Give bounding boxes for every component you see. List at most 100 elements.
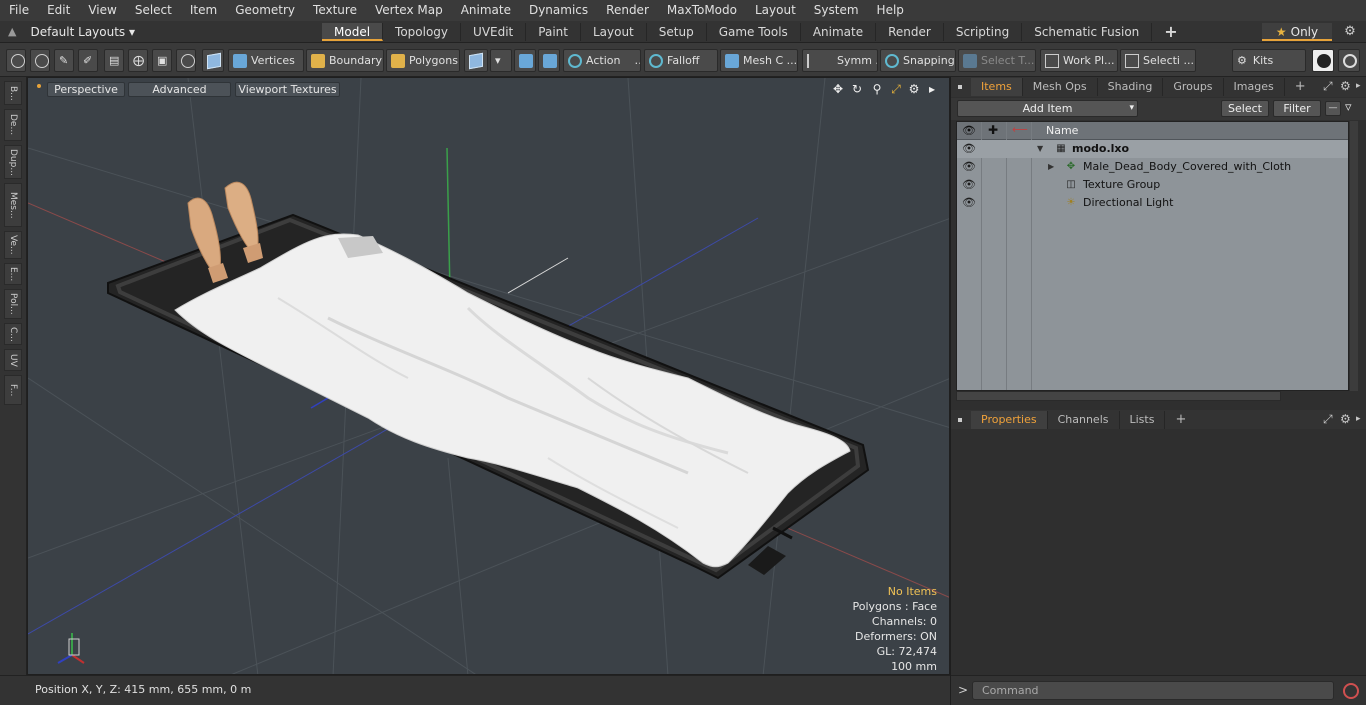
transform-tool-button[interactable]: ⨁ (128, 49, 148, 72)
left-tab-uv[interactable]: UV (4, 349, 22, 371)
tab-scripting[interactable]: Scripting (944, 22, 1023, 41)
select-button[interactable]: Select (1221, 100, 1269, 117)
falloff-button[interactable]: Falloff (644, 49, 718, 72)
gear-icon[interactable]: ⚙ (1342, 24, 1358, 40)
lock-column-icon[interactable]: ✚ (988, 123, 998, 137)
menu-vertex-map[interactable]: Vertex Map (366, 0, 452, 21)
collapse-icon[interactable]: ▲ (8, 25, 16, 38)
rotate-tool-button[interactable] (176, 49, 196, 72)
panel-arrow-icon[interactable]: ▸ (1356, 414, 1361, 424)
tab-game-tools[interactable]: Game Tools (707, 22, 801, 41)
item-list[interactable]: 👁 ✚ ⟵ Name 👁 ▼ ▦ modo.lxo 👁 ▶ ✥ Male_Dea… (956, 121, 1349, 391)
menu-dynamics[interactable]: Dynamics (520, 0, 597, 21)
menu-layout[interactable]: Layout (746, 0, 805, 21)
symmetry-y-button[interactable] (538, 49, 560, 72)
tab-images[interactable]: Images (1224, 78, 1285, 96)
menu-render[interactable]: Render (597, 0, 658, 21)
name-column-header[interactable]: Name (1046, 122, 1078, 140)
menu-item[interactable]: Item (181, 0, 226, 21)
list-item-scene[interactable]: 👁 ▼ ▦ modo.lxo (957, 140, 1348, 158)
panel-menu-icon[interactable] (951, 411, 971, 429)
menu-edit[interactable]: Edit (38, 0, 79, 21)
3d-viewport[interactable]: Perspective Advanced Viewport Textures ✥… (27, 77, 950, 675)
item-list-hscrollbar[interactable] (956, 391, 1281, 401)
left-tab-mesh-edit[interactable]: Mes... (4, 183, 22, 227)
collapse-list-icon[interactable]: — (1325, 101, 1341, 116)
align-tool-button[interactable]: ▤ (104, 49, 124, 72)
left-tab-vertex[interactable]: Ve... (4, 231, 22, 259)
tab-setup[interactable]: Setup (647, 22, 707, 41)
pen-tool-button[interactable]: ✎ (54, 49, 74, 72)
visibility-eye-icon[interactable]: 👁 (962, 176, 976, 194)
left-tab-fusion[interactable]: F... (4, 375, 22, 405)
action-center-button[interactable]: Action… (563, 49, 641, 72)
material-mode-button[interactable] (464, 49, 488, 72)
menu-file[interactable]: File (0, 0, 38, 21)
zoom-icon[interactable]: ⚲ (869, 82, 885, 96)
selection-sets-button[interactable]: Selecti ... (1120, 49, 1196, 72)
unreal-button[interactable] (1338, 49, 1360, 72)
viewport-arrow-icon[interactable]: ▸ (924, 82, 940, 96)
panel-gear-icon[interactable]: ⚙ (1340, 412, 1351, 426)
kits-button[interactable]: ⚙ Kits (1232, 49, 1306, 72)
add-panel-tab-icon[interactable]: + (1285, 78, 1316, 96)
viewport-menu-dot-icon[interactable] (37, 84, 41, 88)
command-input[interactable]: Command (972, 681, 1334, 700)
tab-animate[interactable]: Animate (801, 22, 877, 41)
panel-menu-icon[interactable] (951, 78, 971, 96)
tab-uvedit[interactable]: UVEdit (461, 22, 527, 41)
add-tab-icon[interactable]: + (1152, 22, 1189, 41)
left-tab-edge[interactable]: E... (4, 263, 22, 285)
expand-panel-icon[interactable]: ⤢ (1323, 79, 1333, 94)
record-macro-icon[interactable] (1343, 683, 1359, 699)
menu-select[interactable]: Select (126, 0, 181, 21)
rotate-view-icon[interactable]: ↻ (849, 82, 865, 96)
menu-system[interactable]: System (805, 0, 868, 21)
visibility-eye-icon[interactable]: 👁 (962, 194, 976, 212)
menu-view[interactable]: View (79, 0, 125, 21)
menu-geometry[interactable]: Geometry (226, 0, 304, 21)
tab-model[interactable]: Model (322, 22, 384, 41)
boundary-button[interactable]: Boundary (306, 49, 384, 72)
brush-tool-button[interactable]: ✐ (78, 49, 98, 72)
snapping-button[interactable]: Snapping (880, 49, 956, 72)
frame-tool-button[interactable]: ▣ (152, 49, 172, 72)
symmetry-x-button[interactable] (514, 49, 536, 72)
panel-arrow-icon[interactable]: ▸ (1356, 81, 1361, 91)
expand-panel-icon[interactable]: ⤢ (1323, 412, 1333, 427)
select-mode-circle-button[interactable] (6, 49, 26, 72)
tab-items[interactable]: Items (971, 78, 1023, 96)
visibility-eye-icon[interactable]: 👁 (962, 124, 976, 137)
layout-dropdown[interactable]: ▲ Default Layouts ▾ (0, 21, 322, 43)
expand-triangle-icon[interactable]: ▶ (1048, 158, 1054, 176)
tab-schematic-fusion[interactable]: Schematic Fusion (1022, 22, 1153, 41)
mesh-constraint-button[interactable]: Mesh C ... (720, 49, 798, 72)
expand-triangle-icon[interactable]: ▼ (1037, 140, 1043, 158)
tab-layout[interactable]: Layout (581, 22, 647, 41)
tab-mesh-ops[interactable]: Mesh Ops (1023, 78, 1098, 96)
polygons-button[interactable]: Polygons (386, 49, 460, 72)
add-item-button[interactable]: Add Item ▾ (957, 100, 1138, 117)
tab-shading[interactable]: Shading (1098, 78, 1164, 96)
panel-gear-icon[interactable]: ⚙ (1340, 79, 1351, 93)
tab-topology[interactable]: Topology (383, 22, 462, 41)
select-through-button[interactable]: Select T... (958, 49, 1036, 72)
viewport-textures-button[interactable]: Viewport Textures (235, 82, 340, 97)
list-item-directional-light[interactable]: 👁 ☀ Directional Light (957, 194, 1348, 212)
pan-icon[interactable]: ✥ (830, 82, 846, 96)
unity-button[interactable] (1312, 49, 1334, 72)
menu-animate[interactable]: Animate (452, 0, 520, 21)
axis-column-icon[interactable]: ⟵ (1012, 123, 1028, 136)
left-tab-duplicate[interactable]: Dup... (4, 145, 22, 179)
tab-lists[interactable]: Lists (1120, 411, 1166, 429)
add-panel-tab-icon[interactable]: + (1165, 411, 1196, 429)
vertices-button[interactable]: Vertices (228, 49, 304, 72)
menu-texture[interactable]: Texture (304, 0, 366, 21)
menu-help[interactable]: Help (868, 0, 913, 21)
advanced-button[interactable]: Advanced (128, 82, 231, 97)
tab-paint[interactable]: Paint (526, 22, 581, 41)
menu-maxtomodo[interactable]: MaxToModo (658, 0, 746, 21)
work-plane-button[interactable]: Work Pl... (1040, 49, 1118, 72)
filter-button[interactable]: Filter (1273, 100, 1321, 117)
maximize-icon[interactable]: ⤢ (888, 82, 904, 96)
